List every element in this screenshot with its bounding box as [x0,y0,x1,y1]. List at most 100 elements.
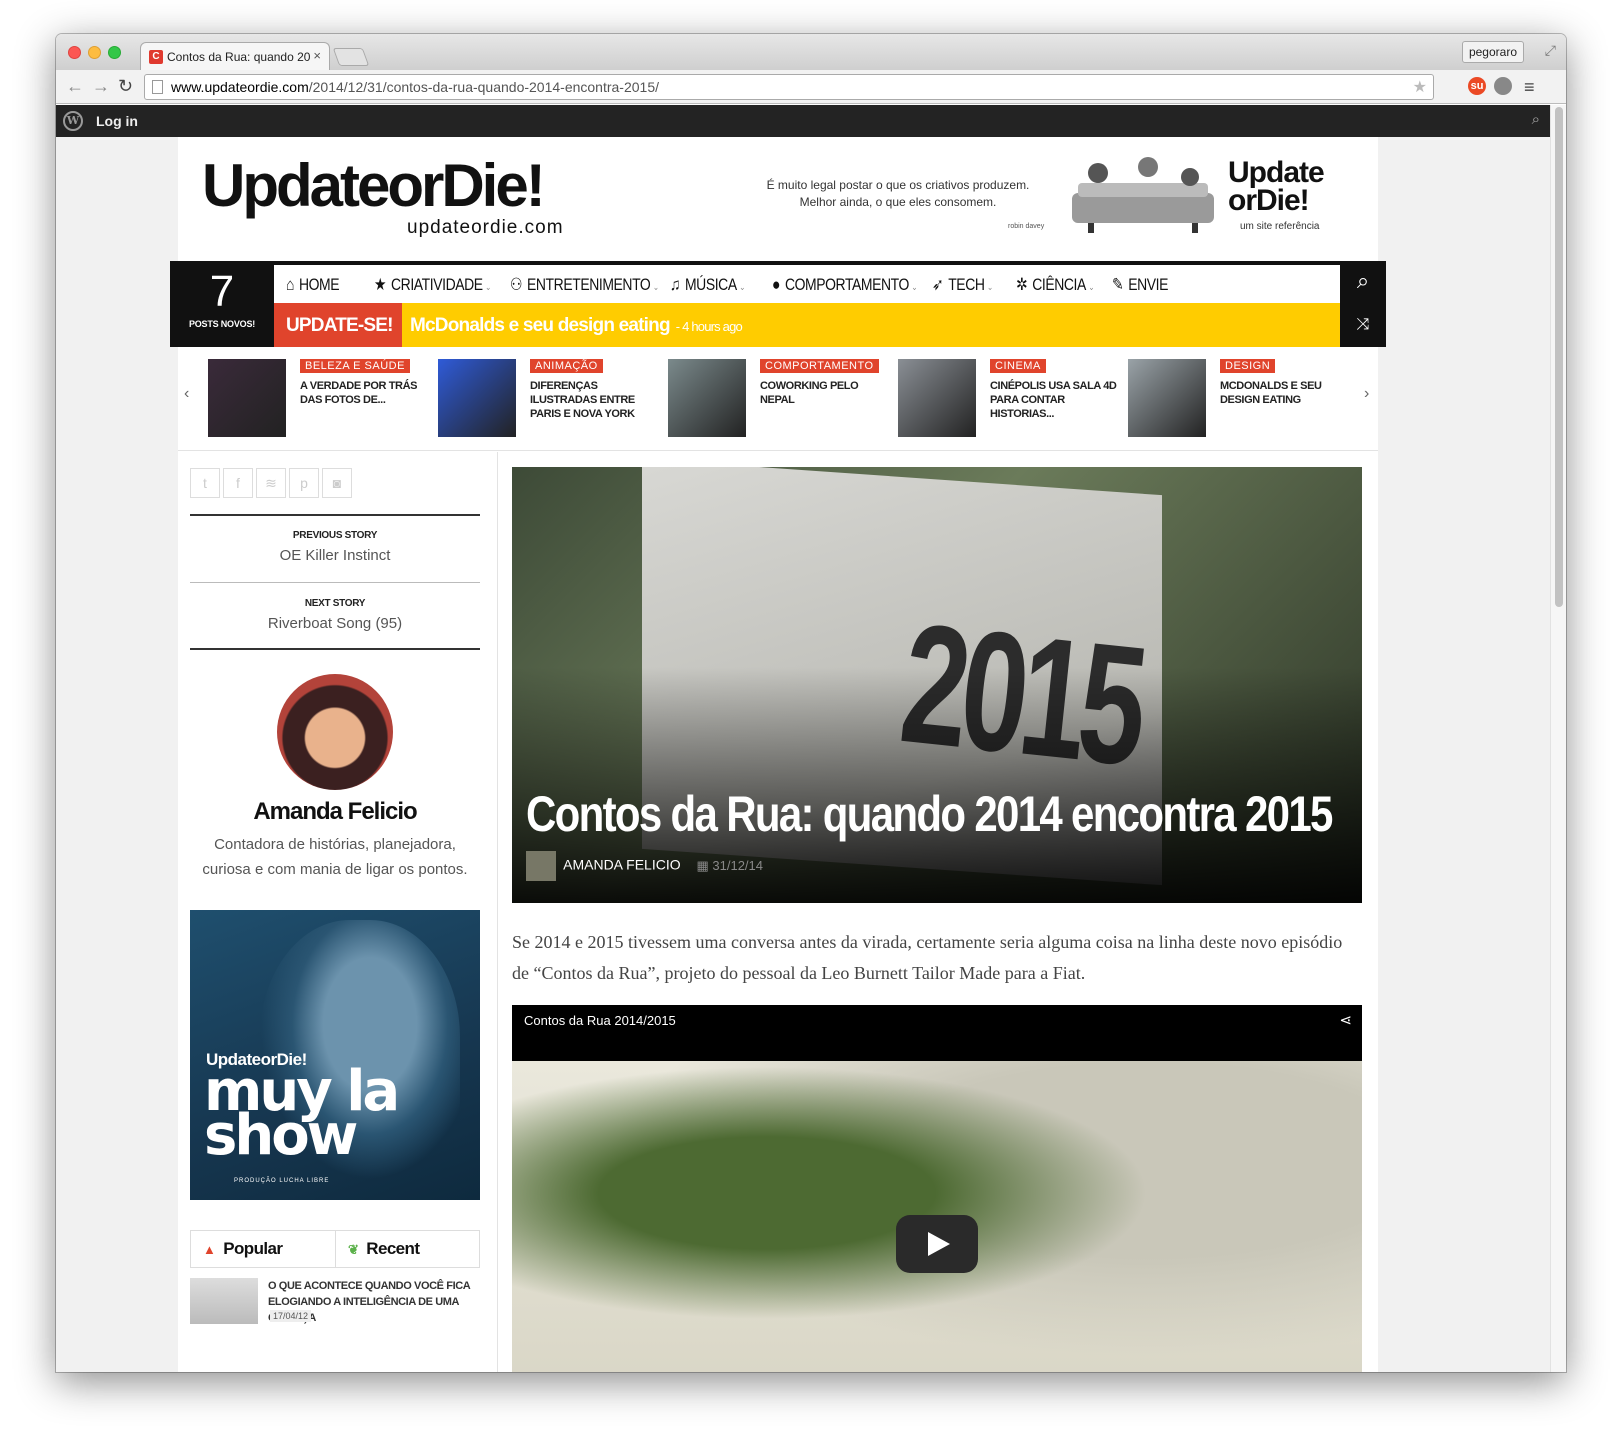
tab-recent[interactable]: ❦ Recent [335,1231,479,1267]
wordpress-logo-icon[interactable]: W [63,111,83,131]
promo-banner[interactable]: UpdateorDie! muy la show PRODUÇÃO LUCHA … [190,910,480,1200]
share-icon[interactable]: ⋖ [1339,1011,1352,1029]
new-posts-count: 7 [209,267,235,316]
bookmark-star-icon[interactable]: ★ [1413,77,1427,97]
carousel-thumbnail [668,359,746,437]
article-date-wrapper: ▦ 31/12/14 [696,858,763,873]
author-avatar[interactable] [277,674,393,790]
list-item[interactable]: O QUE ACONTECE QUANDO VOCÊ FICA ELOGIAND… [190,1278,480,1328]
address-bar[interactable]: www.updateordie.com/2014/12/31/contos-da… [144,74,1434,100]
stumbleupon-extension-icon[interactable]: su [1468,77,1486,95]
close-window-button[interactable] [68,46,81,59]
nav-item-home[interactable]: ⌂ HOME [286,275,340,295]
tab-popular[interactable]: ▲ Popular [191,1231,335,1267]
site-favicon-icon: C [149,50,163,64]
carousel-item-title[interactable]: COWORKING PELO NEPAL [760,379,888,407]
carousel-item-title[interactable]: DIFERENÇAS ILUSTRADAS ENTRE PARIS E NOVA… [530,379,658,421]
reload-icon[interactable]: ↻ [118,76,133,97]
browser-tab[interactable]: C Contos da Rua: quando 20 × [140,42,330,70]
carousel-item-title[interactable]: CINÉPOLIS USA SALA 4D PARA CONTAR HISTOR… [990,379,1118,421]
close-tab-icon[interactable]: × [313,48,321,63]
profile-button[interactable]: pegoraro [1461,41,1524,63]
carousel-thumbnail [1128,359,1206,437]
article-author[interactable]: AMANDA FELICIO [563,857,680,873]
chevron-down-icon: ⌄ [739,282,745,292]
forward-arrow-icon[interactable]: → [92,76,110,97]
popular-recent-tabs: ▲ Popular ❦ Recent [190,1230,480,1268]
spotify-icon[interactable]: ≋ [256,468,286,498]
nav-item-musica[interactable]: ♫ MÚSICA ⌄ [670,275,745,295]
shuffle-icon[interactable]: ⤨ [1340,303,1386,347]
music-icon: ♫ [670,275,681,294]
back-arrow-icon[interactable]: ← [66,76,84,97]
admin-search-icon[interactable]: ⌕ [1532,111,1540,128]
scrollbar[interactable] [1550,105,1566,1372]
scrollbar-thumb[interactable] [1555,107,1563,607]
nav-item-label: TECH [948,275,985,294]
social-links: t f ≋ p ◙ [190,468,355,502]
instagram-icon[interactable]: ◙ [322,468,352,498]
divider [190,582,480,583]
video-embed[interactable]: Contos da Rua 2014/2015 ⋖ [512,1005,1362,1372]
previous-story[interactable]: PREVIOUS STORY OE Killer Instinct [190,530,480,564]
category-badge[interactable]: DESIGN [1220,359,1276,373]
carousel-item-title[interactable]: MCDONALDS E SEU DESIGN EATING [1220,379,1348,407]
carousel-item[interactable]: BELEZA E SAÚDE A VERDADE POR TRÁS DAS FO… [208,359,432,439]
nav-item-tech[interactable]: ➶ TECH ⌄ [932,275,993,295]
header-banner[interactable]: É muito legal postar o que os criativos … [718,147,1348,247]
nav-item-envie[interactable]: ✎ ENVIE [1112,275,1168,295]
author-name[interactable]: Amanda Felicio [190,798,480,826]
category-badge[interactable]: ANIMAÇÃO [530,359,603,373]
login-link[interactable]: Log in [96,113,138,129]
carousel-prev-icon[interactable]: ‹ [184,385,189,403]
nav-item-ciencia[interactable]: ✲ CIÊNCIA ⌄ [1016,275,1095,295]
banner-illustration [1072,157,1214,233]
category-badge[interactable]: CINEMA [990,359,1046,373]
facebook-icon[interactable]: f [223,468,253,498]
twitter-icon[interactable]: t [190,468,220,498]
popular-thumbnail[interactable] [190,1278,258,1324]
video-title[interactable]: Contos da Rua 2014/2015 [524,1013,676,1028]
carousel-item[interactable]: COMPORTAMENTO COWORKING PELO NEPAL [668,359,892,439]
browser-menu-icon[interactable]: ≡ [1524,77,1535,98]
browser-toolbar: ← → ↻ www.updateordie.com/2014/12/31/con… [56,70,1566,104]
carousel-item[interactable]: DESIGN MCDONALDS E SEU DESIGN EATING [1128,359,1352,439]
fullscreen-icon[interactable]: ⤢ [1545,42,1556,59]
news-ticker: UPDATE-SE! McDonalds e seu design eating… [274,303,1340,347]
new-tab-button[interactable] [332,48,370,66]
chevron-down-icon: ⌄ [485,282,491,292]
play-button[interactable] [896,1215,978,1273]
search-icon[interactable]: ⌕ [1340,261,1386,303]
banner-quote: É muito legal postar o que os criativos … [766,178,1030,209]
carousel-next-icon[interactable]: › [1364,385,1369,403]
author-thumb[interactable] [526,851,556,881]
zoom-window-button[interactable] [108,46,121,59]
nav-item-comportamento[interactable]: ● COMPORTAMENTO ⌄ [772,275,918,295]
ticker-headline[interactable]: McDonalds e seu design eating - 4 hours a… [410,315,743,337]
carousel-thumbnail [438,359,516,437]
extension-globe-icon[interactable] [1494,77,1512,95]
star-icon: ★ [374,275,387,294]
new-posts-counter[interactable]: 7 POSTS NOVOS! [170,261,274,347]
carousel-item[interactable]: CINEMA CINÉPOLIS USA SALA 4D PARA CONTAR… [898,359,1122,439]
tab-title: Contos da Rua: quando 20 [167,50,311,64]
nav-item-criatividade[interactable]: ★ CRIATIVIDADE ⌄ [374,275,491,295]
carousel-item[interactable]: ANIMAÇÃO DIFERENÇAS ILUSTRADAS ENTRE PAR… [438,359,662,439]
bug-icon: ✲ [1016,275,1028,294]
category-menu: ⌂ HOME ★ CRIATIVIDADE ⌄ ⚇ ENTRETENIMENTO ⌄ ♫ M… [274,265,1340,303]
carousel-item-title[interactable]: A VERDADE POR TRÁS DAS FOTOS DE... [300,379,428,407]
nav-item-entretenimento[interactable]: ⚇ ENTRETENIMENTO ⌄ [510,275,659,295]
pinterest-icon[interactable]: p [289,468,319,498]
previous-story-title[interactable]: OE Killer Instinct [190,547,480,564]
site-logo[interactable]: UpdateorDie! updateordie.com [202,155,602,239]
category-badge[interactable]: BELEZA E SAÚDE [300,359,410,373]
next-story[interactable]: NEXT STORY Riverboat Song (95) [190,598,480,632]
promo-title: muy la show [204,1059,400,1168]
category-badge[interactable]: COMPORTAMENTO [760,359,879,373]
nav-item-label: ENTRETENIMENTO [527,275,651,294]
rocket-icon: ➶ [932,275,944,294]
next-story-label: NEXT STORY [304,598,366,609]
minimize-window-button[interactable] [88,46,101,59]
next-story-title[interactable]: Riverboat Song (95) [190,615,480,632]
calendar-icon: ▦ [696,857,713,873]
